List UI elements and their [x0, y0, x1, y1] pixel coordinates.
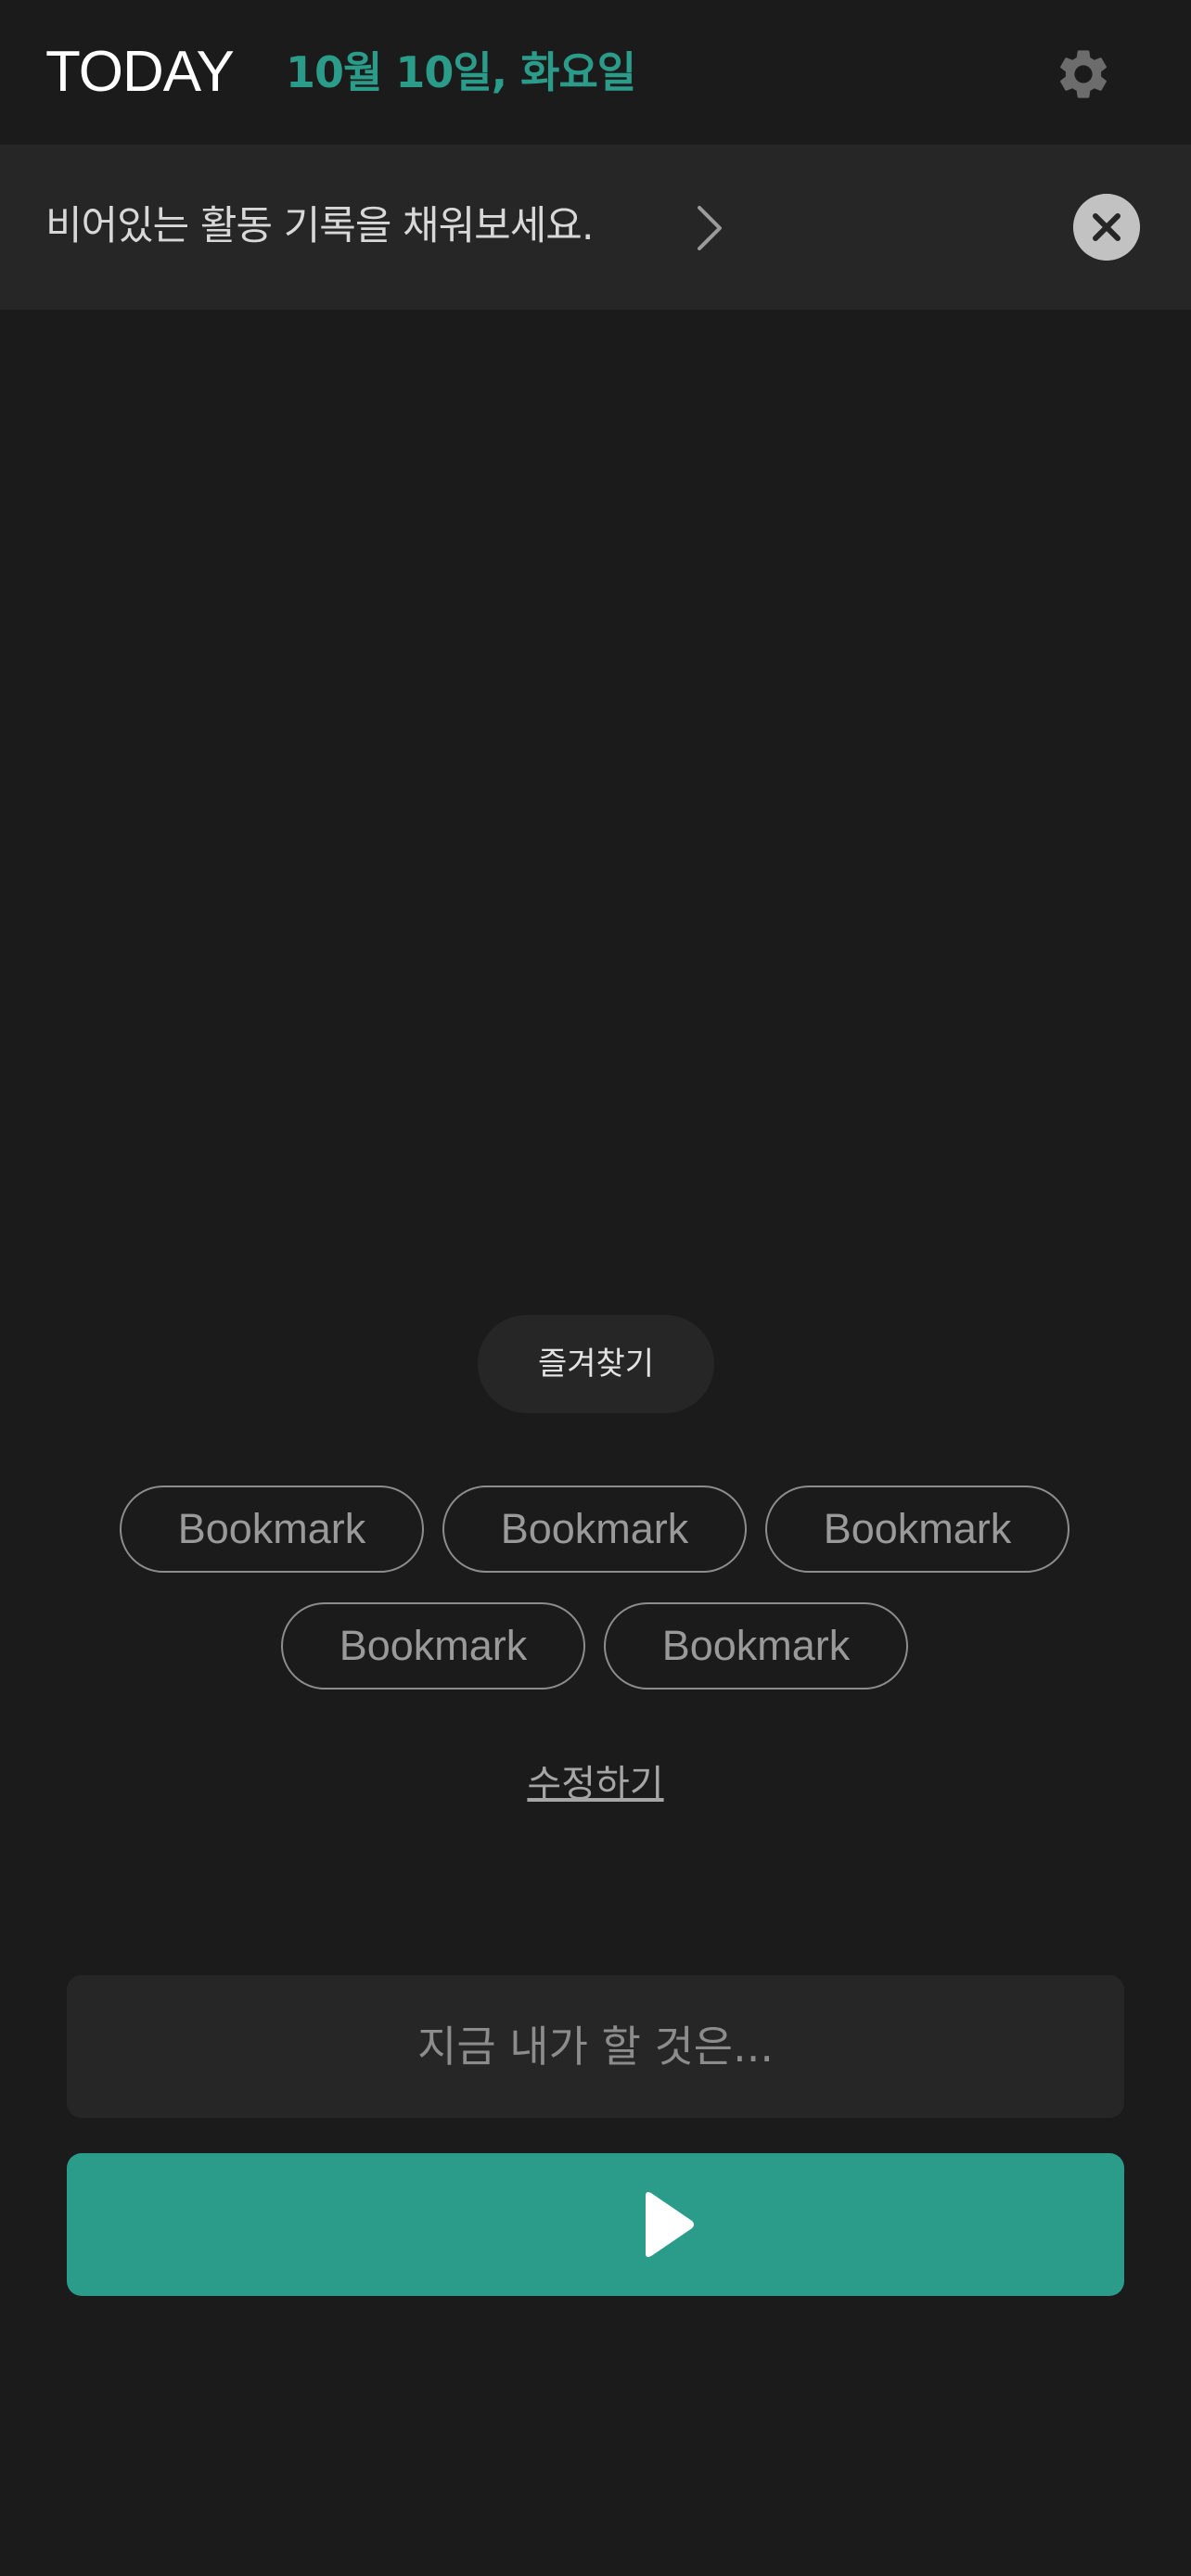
bookmark-chip[interactable]: Bookmark [120, 1486, 424, 1573]
page-title: TODAY [45, 40, 235, 104]
bookmark-chip[interactable]: Bookmark [442, 1486, 747, 1573]
gear-icon[interactable] [1054, 45, 1113, 104]
bookmark-chip[interactable]: Bookmark [281, 1602, 585, 1690]
task-input[interactable] [67, 1975, 1124, 2118]
bookmark-chip[interactable]: Bookmark [765, 1486, 1069, 1573]
banner-text: 비어있는 활동 기록을 채워보세요. [45, 203, 595, 249]
favorites-label: 즐겨찾기 [478, 1315, 714, 1413]
chevron-right-icon[interactable] [694, 204, 725, 252]
empty-activity-banner[interactable]: 비어있는 활동 기록을 채워보세요. [0, 145, 1191, 310]
bookmark-chip[interactable]: Bookmark [604, 1602, 908, 1690]
header: TODAY 10월 10일, 화요일 [0, 0, 1191, 145]
close-icon[interactable] [1073, 194, 1140, 261]
today-screen: TODAY 10월 10일, 화요일 비어있는 활동 기록을 채워보세요. 즐겨… [0, 0, 1191, 2576]
edit-bookmarks-link[interactable]: 수정하기 [0, 1754, 1191, 1814]
play-icon [646, 2192, 694, 2257]
play-button[interactable] [67, 2153, 1124, 2296]
date-label: 10월 10일, 화요일 [286, 47, 636, 97]
